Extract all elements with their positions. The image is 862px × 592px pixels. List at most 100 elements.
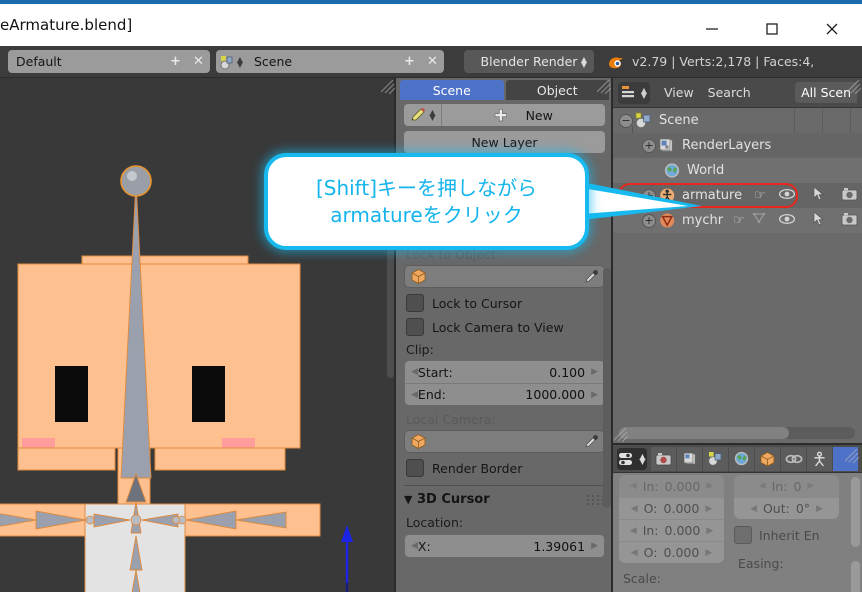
bbone-in-label-2: In:: [642, 523, 659, 538]
armature-data-icon[interactable]: ☞: [754, 188, 766, 203]
bbone-in-field-top[interactable]: ◀ In: 0.000 ▶: [619, 475, 724, 497]
clip-start-right-arrow-icon[interactable]: ▶: [591, 367, 598, 377]
expander-icon[interactable]: −: [619, 113, 633, 128]
outliner-menu-view[interactable]: View: [664, 85, 694, 100]
outliner-boneprops-splitter[interactable]: [613, 443, 862, 445]
restrict-render-camera-icon[interactable]: [841, 187, 858, 205]
outliner-row-scene[interactable]: − Scene: [613, 108, 862, 133]
right-arrow-icon[interactable]: ▶: [706, 481, 713, 491]
outliner-horizontal-scrollbar[interactable]: [619, 427, 855, 439]
inherit-end-roll-checkbox[interactable]: [734, 526, 752, 544]
left-arrow-icon[interactable]: ◀: [630, 481, 637, 491]
scene-spinner-icon[interactable]: ▲ ▼: [237, 55, 243, 68]
restrict-select-cursor-icon[interactable]: [812, 186, 825, 205]
restrict-render-camera-icon[interactable]: [841, 212, 858, 230]
minimize-icon[interactable]: [682, 8, 742, 50]
outliner-editor: ▲ ▼ View Search All Scen − Scene + Rende…: [613, 78, 862, 445]
new-layer-button[interactable]: New Layer: [404, 131, 605, 153]
browse-datablock-button[interactable]: ▲ ▼: [404, 104, 442, 126]
left-arrow-icon[interactable]: ◀: [631, 504, 638, 514]
editor-type-icon[interactable]: ▲ ▼: [617, 447, 647, 470]
location-x-right-arrow-icon[interactable]: ▶: [591, 541, 598, 551]
local-camera-field[interactable]: [404, 430, 605, 453]
bbone-in-value-top: 0.000: [664, 478, 701, 494]
properties-scrollbar[interactable]: [603, 268, 611, 508]
roll-in-label: In:: [771, 478, 788, 494]
properties-tab-strip: Scene Object: [396, 78, 613, 100]
clip-start-field[interactable]: ◀ Start: 0.100 ▶: [405, 361, 604, 383]
roll-out-field[interactable]: ◀ Out: 0° ▶: [734, 497, 839, 519]
area-corner-grip-icon[interactable]: [597, 80, 611, 94]
bone-properties-scrollbar-lower[interactable]: [851, 561, 860, 592]
scene-icon[interactable]: ▲ ▼: [216, 50, 246, 73]
mesh-data-icon[interactable]: [751, 211, 767, 230]
restrict-view-eye-icon[interactable]: [778, 212, 796, 230]
bbone-o-field-3[interactable]: ◀ O: 0.000 ▶: [619, 541, 724, 563]
tab-scene[interactable]: Scene: [400, 80, 504, 100]
properties-outliner-splitter[interactable]: [611, 78, 613, 592]
plus-icon: ✚: [494, 105, 508, 125]
cursor-panel-header[interactable]: ▼ 3D Cursor: [404, 492, 605, 507]
lock-to-cursor-row[interactable]: Lock to Cursor: [406, 294, 605, 312]
restrict-select-cursor-icon[interactable]: [812, 211, 825, 230]
left-arrow-icon[interactable]: ◀: [759, 481, 766, 491]
scene-name-field[interactable]: Scene: [246, 50, 398, 73]
lock-camera-to-view-row[interactable]: Lock Camera to View: [406, 318, 605, 336]
screen-layout-field[interactable]: Default: [8, 50, 164, 73]
right-arrow-icon[interactable]: ▶: [807, 481, 814, 491]
scene-remove-button[interactable]: ✕: [421, 50, 444, 73]
right-arrow-icon[interactable]: ▶: [705, 548, 712, 558]
tab-scene-icon[interactable]: [703, 446, 728, 471]
eyedropper-icon[interactable]: [584, 269, 599, 284]
tab-renderlayers-icon[interactable]: [677, 446, 702, 471]
outliner-menu-search[interactable]: Search: [708, 85, 751, 100]
location-x-left-arrow-icon[interactable]: ◀: [411, 541, 418, 551]
left-arrow-icon[interactable]: ◀: [750, 504, 757, 514]
area-corner-grip-icon[interactable]: [614, 428, 628, 442]
render-border-checkbox[interactable]: [406, 459, 424, 477]
bbone-o-field-1[interactable]: ◀ O: 0.000 ▶: [619, 497, 724, 519]
left-arrow-icon[interactable]: ◀: [630, 526, 637, 536]
tab-world-icon[interactable]: [729, 446, 754, 471]
maximize-icon[interactable]: [742, 8, 802, 50]
area-corner-grip-icon[interactable]: [381, 80, 395, 94]
expander-icon[interactable]: +: [642, 138, 656, 153]
area-corner-grip-icon[interactable]: [845, 449, 859, 463]
lock-to-object-field[interactable]: [404, 265, 605, 288]
eyedropper-icon[interactable]: [584, 434, 599, 449]
outliner-row-renderlayers[interactable]: + RenderLayers: [613, 133, 862, 158]
clip-end-left-arrow-icon[interactable]: ◀: [411, 390, 418, 400]
right-arrow-icon[interactable]: ▶: [706, 526, 713, 536]
render-engine-dropdown[interactable]: Blender Render ▲ ▼: [464, 50, 594, 73]
tab-object-icon[interactable]: [755, 446, 780, 471]
location-x-field[interactable]: ◀ X: 1.39061 ▶: [405, 535, 604, 557]
area-corner-grip-icon[interactable]: [847, 80, 861, 94]
lock-to-cursor-checkbox[interactable]: [406, 294, 424, 312]
left-arrow-icon[interactable]: ◀: [631, 548, 638, 558]
lock-camera-to-view-checkbox[interactable]: [406, 318, 424, 336]
screen-layout-remove-button[interactable]: ✕: [187, 50, 210, 73]
screen-layout-add-button[interactable]: +: [164, 50, 187, 73]
editor-type-icon[interactable]: ▲ ▼: [618, 81, 650, 104]
right-arrow-icon[interactable]: ▶: [705, 504, 712, 514]
mychr-data-icon[interactable]: ☞: [733, 213, 745, 228]
viewport-scrollbar[interactable]: [387, 238, 394, 378]
clip-end-field[interactable]: ◀ End: 1000.000 ▶: [405, 383, 604, 405]
render-border-row[interactable]: Render Border: [406, 459, 605, 477]
roll-in-field[interactable]: ◀ In: 0 ▶: [734, 475, 839, 497]
clip-start-left-arrow-icon[interactable]: ◀: [411, 367, 418, 377]
new-button[interactable]: ✚ New: [442, 104, 605, 126]
panel-collapse-icon[interactable]: ▼: [404, 493, 412, 506]
right-arrow-icon[interactable]: ▶: [816, 504, 823, 514]
tab-object[interactable]: Object: [505, 80, 609, 100]
restrict-view-eye-icon[interactable]: [778, 187, 796, 205]
tab-armature-icon[interactable]: [807, 446, 832, 471]
inherit-end-roll-row[interactable]: Inherit En: [734, 526, 839, 544]
tab-render-icon[interactable]: [651, 446, 676, 471]
tab-constraints-icon[interactable]: [781, 446, 806, 471]
close-icon[interactable]: [802, 8, 862, 50]
clip-end-right-arrow-icon[interactable]: ▶: [591, 390, 598, 400]
scene-add-button[interactable]: +: [398, 50, 421, 73]
bbone-in-field-2[interactable]: ◀ In: 0.000 ▶: [619, 519, 724, 541]
bone-properties-scrollbar[interactable]: [851, 477, 860, 547]
